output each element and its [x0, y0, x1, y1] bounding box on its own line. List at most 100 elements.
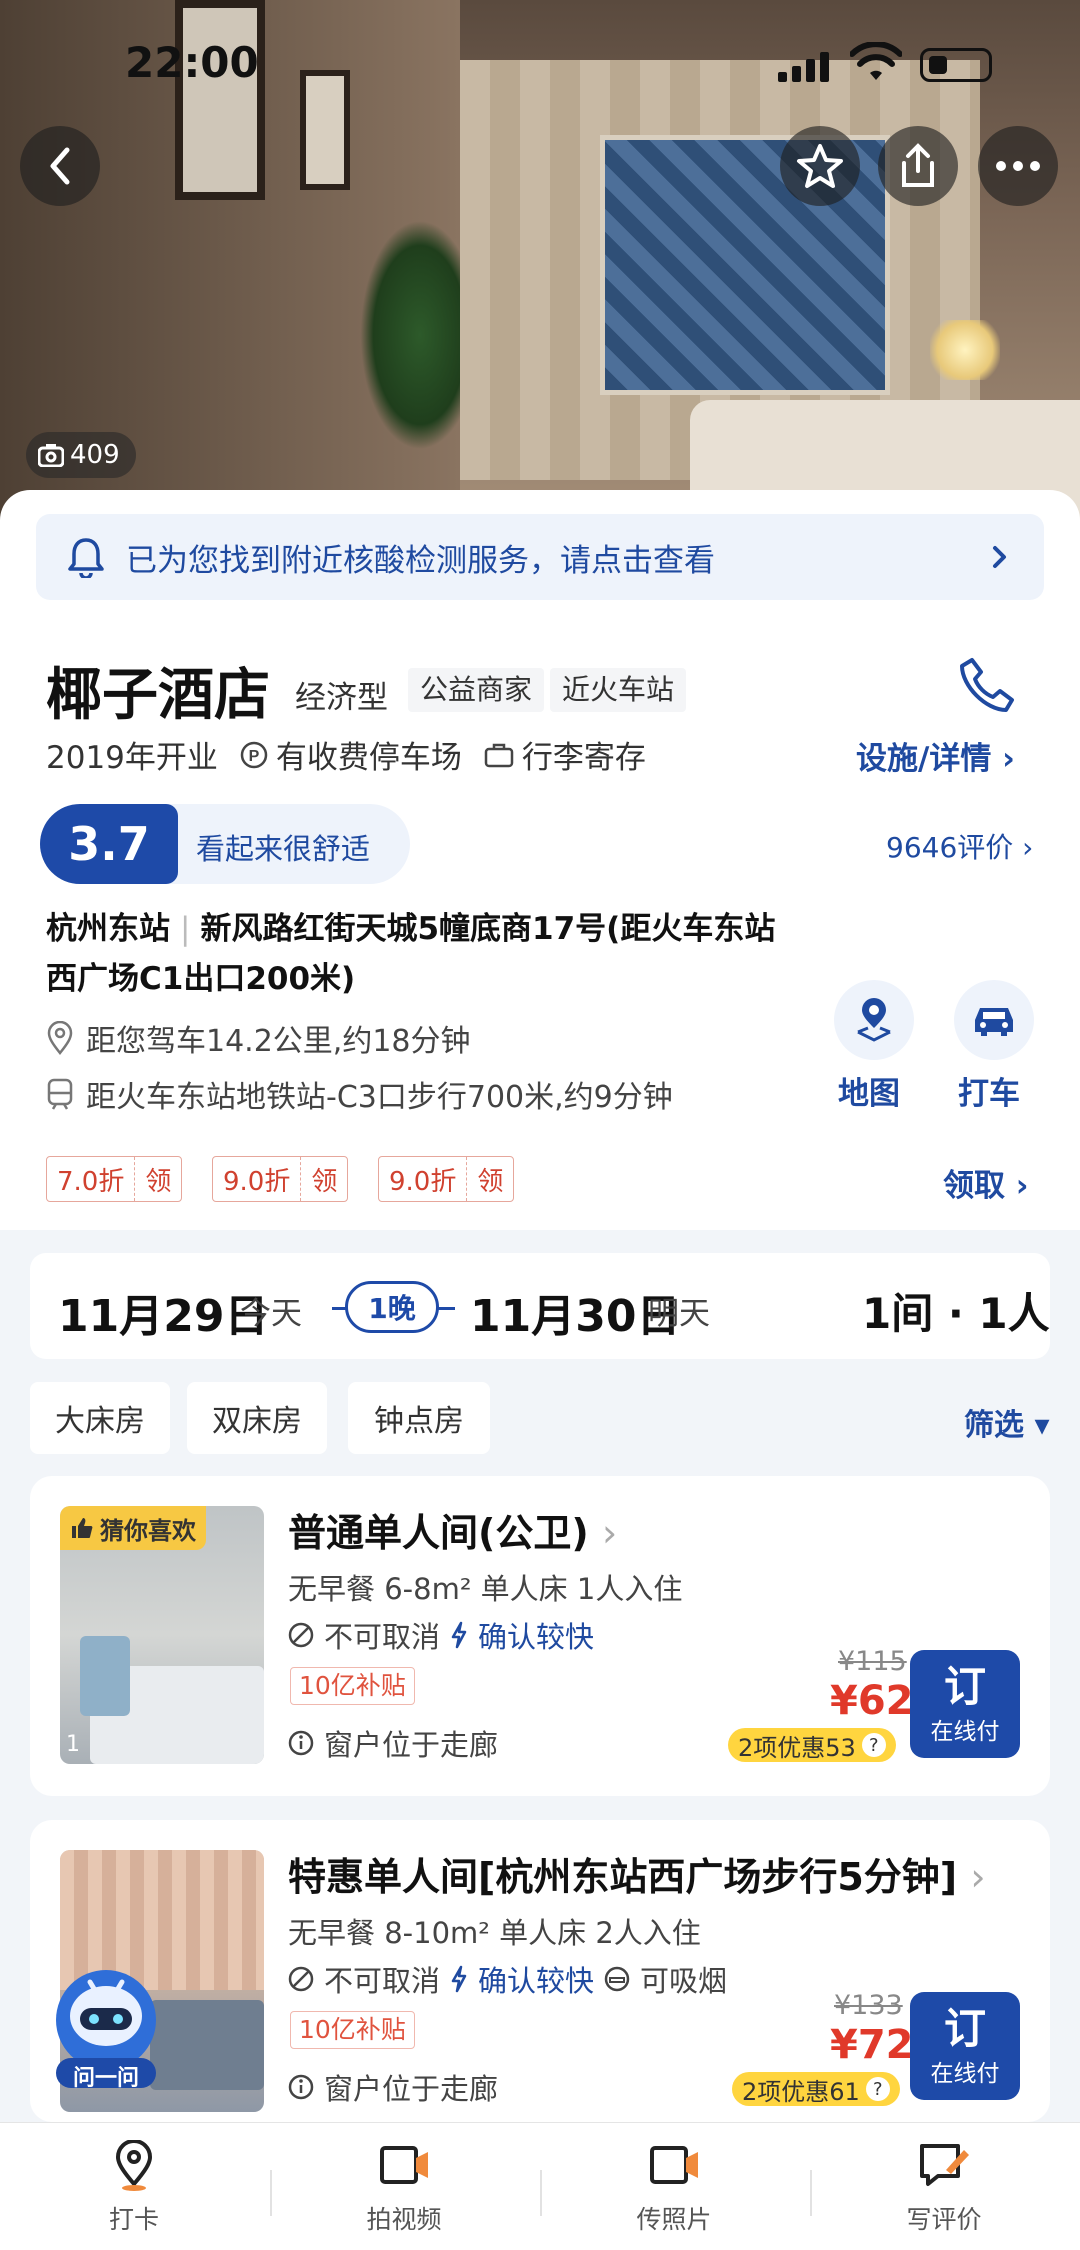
- coupon[interactable]: 9.0折 领: [212, 1156, 349, 1202]
- tab-checkin[interactable]: 打卡: [54, 2140, 214, 2236]
- night-connector: [437, 1307, 455, 1310]
- tab-divider: [270, 2170, 272, 2216]
- luggage-icon: [484, 743, 514, 767]
- cancel-policy: 不可取消: [324, 1620, 441, 1654]
- photo-lamp: [930, 320, 1000, 380]
- hotel-name: 椰子酒店: [46, 663, 270, 728]
- map-label[interactable]: 地图: [838, 1068, 900, 1113]
- smoking-policy: 可吸烟: [640, 1964, 728, 1998]
- coupon[interactable]: 7.0折 领: [46, 1156, 183, 1202]
- room-policy-row: 不可取消 确认较快: [288, 1614, 594, 1656]
- phone-icon[interactable]: [958, 656, 1016, 714]
- photo-frame: [300, 70, 350, 190]
- sale-price: ¥72: [830, 2022, 914, 2068]
- coupon-discount: 9.0折: [223, 1166, 291, 1197]
- covid-test-notice[interactable]: 已为您找到附近核酸检测服务，请点击查看: [36, 514, 1044, 600]
- photo-count-badge[interactable]: 409: [26, 432, 136, 478]
- hotel-tag: 近火车站: [550, 668, 687, 712]
- lightning-icon: [451, 1621, 467, 1649]
- coupon-discount: 9.0折: [389, 1166, 457, 1197]
- filter-chip-hourly[interactable]: 钟点房: [348, 1382, 490, 1454]
- tab-review[interactable]: 写评价: [864, 2140, 1024, 2236]
- coupon-discount: 7.0折: [57, 1166, 125, 1197]
- luggage-text: 行李寄存: [521, 740, 646, 776]
- signal-icon: [778, 52, 829, 82]
- sale-price: ¥62: [830, 1678, 914, 1724]
- taxi-button[interactable]: [954, 980, 1034, 1060]
- filter-chip-king[interactable]: 大床房: [30, 1382, 170, 1454]
- original-price: ¥115: [838, 1646, 907, 1677]
- room-policy-row: 不可取消 确认较快 可吸烟: [288, 1958, 727, 2000]
- address-area: 杭州东站: [46, 911, 170, 947]
- room-title[interactable]: 普通单人间(公卫) ›: [288, 1502, 617, 1557]
- nights-count: 1晚: [345, 1281, 439, 1333]
- favorite-button[interactable]: [780, 126, 860, 206]
- assistant-bot-button[interactable]: 问一问: [50, 1968, 162, 2091]
- filter-label: 筛选: [964, 1408, 1024, 1443]
- room-spec: 无早餐 6-8m² 单人床 1人入住: [288, 1572, 683, 1606]
- checkin-day: 今天: [240, 1296, 302, 1332]
- status-time: 22:00: [125, 38, 259, 87]
- facilities-detail-link[interactable]: 设施/详情 ›: [856, 733, 1015, 778]
- hotel-address[interactable]: 杭州东站 | 新风路红街天城5幢底商17号(距火车东站西广场C1出口200米): [46, 904, 806, 1004]
- filter-button[interactable]: 筛选 ▾: [964, 1400, 1050, 1444]
- guess-you-like-badge: 猜你喜欢: [60, 1506, 206, 1550]
- opened-year: 2019年开业: [46, 740, 218, 776]
- info-icon: [288, 2074, 314, 2100]
- rooms-guests[interactable]: 1间 · 1人: [862, 1280, 1050, 1341]
- room-window-row: 窗户位于走廊: [288, 1722, 498, 1764]
- write-review-icon: [920, 2144, 969, 2186]
- question-icon: ?: [865, 2077, 890, 2101]
- car-icon: [975, 1008, 1013, 1036]
- chevron-right-icon: [993, 546, 1006, 568]
- room-window-row: 窗户位于走廊: [288, 2066, 498, 2108]
- book-button[interactable]: 订 在线付: [910, 1992, 1020, 2100]
- more-button[interactable]: [978, 126, 1058, 206]
- hotel-tag: 公益商家: [408, 668, 545, 712]
- tab-video[interactable]: 拍视频: [324, 2140, 484, 2236]
- tab-photos[interactable]: 传照片: [594, 2140, 754, 2236]
- reviews-label: 9646评价: [886, 831, 1014, 864]
- svg-text:P: P: [249, 748, 260, 765]
- coupon[interactable]: 9.0折 领: [378, 1156, 515, 1202]
- no-cancel-icon: [288, 1966, 314, 1992]
- book-button[interactable]: 订 在线付: [910, 1650, 1020, 1758]
- share-button[interactable]: [878, 126, 958, 206]
- bell-icon: [68, 538, 104, 578]
- filter-chip-twin[interactable]: 双床房: [187, 1382, 327, 1454]
- tab-label: 打卡: [108, 2205, 159, 2234]
- location-pin-icon: [47, 1021, 73, 1055]
- star-icon: [797, 144, 843, 188]
- room-spec: 无早餐 8-10m² 单人床 2人入住: [288, 1916, 701, 1950]
- claim-label: 领取: [943, 1168, 1005, 1204]
- promo-badge[interactable]: 2项优惠61?: [732, 2072, 900, 2106]
- checkin-date[interactable]: 11月29日: [58, 1280, 268, 1344]
- promo-badge[interactable]: 2项优惠53?: [728, 1728, 896, 1762]
- chevron-left-icon: [50, 147, 70, 185]
- map-button[interactable]: [834, 980, 914, 1060]
- location-pin-icon: [115, 2140, 153, 2191]
- facilities-detail-label: 设施/详情: [856, 741, 992, 777]
- taxi-label[interactable]: 打车: [958, 1068, 1020, 1113]
- room-photo[interactable]: 猜你喜欢 1: [60, 1506, 264, 1764]
- back-button[interactable]: [20, 126, 100, 206]
- photo-count: 409: [70, 440, 120, 470]
- thumbs-up-icon: [72, 1518, 93, 1538]
- pay-label: 在线付: [930, 1719, 1000, 1745]
- room-title-text: 特惠单人间[杭州东站西广场步行5分钟]: [288, 1855, 958, 1899]
- video-icon: [380, 2146, 428, 2184]
- promo-text: 2项优惠61: [742, 2077, 860, 2106]
- tab-divider: [810, 2170, 812, 2216]
- tab-label: 拍视频: [366, 2205, 442, 2234]
- photo-frame: [175, 0, 265, 200]
- book-label: 订: [943, 1662, 986, 1711]
- window-note: 窗户位于走廊: [324, 1728, 499, 1762]
- claim-coupons-link[interactable]: 领取 ›: [943, 1160, 1029, 1205]
- room-title[interactable]: 特惠单人间[杭州东站西广场步行5分钟] ›: [288, 1846, 986, 1901]
- notice-text: 已为您找到附近核酸检测服务，请点击查看: [126, 542, 715, 579]
- question-icon: ?: [861, 1733, 886, 1757]
- room-photo-count: 1: [66, 1732, 80, 1757]
- reviews-link[interactable]: 9646评价 ›: [886, 826, 1033, 866]
- more-dots-icon: [996, 161, 1040, 171]
- share-icon: [902, 143, 934, 187]
